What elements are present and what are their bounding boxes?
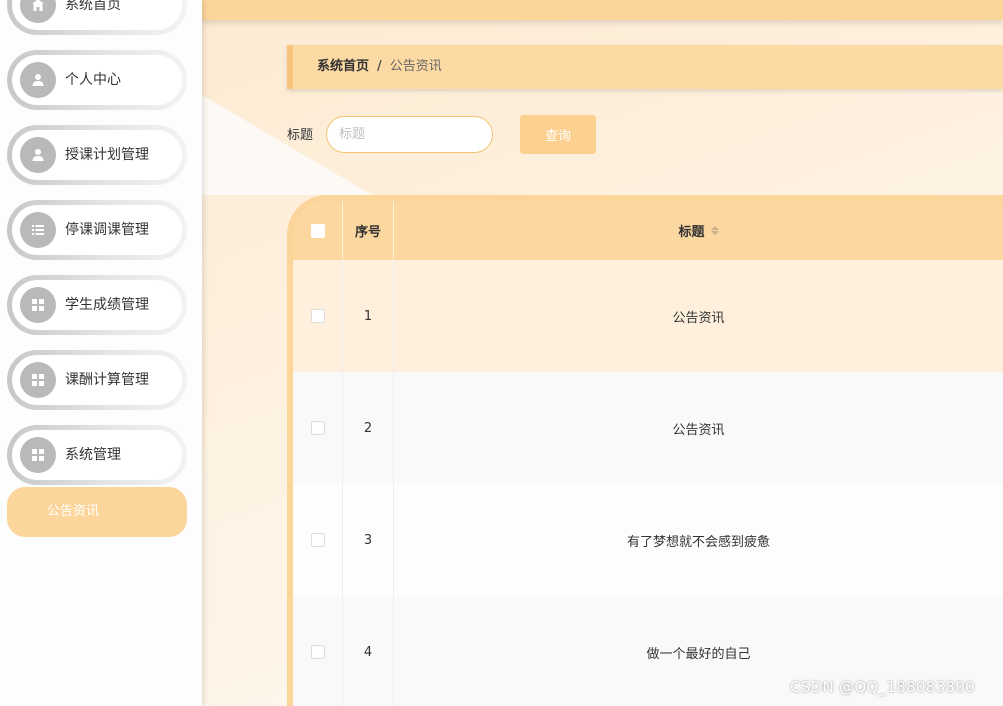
sidebar-item-label: 课酬计算管理 [65,372,149,388]
grid-icon [20,437,56,473]
row-index: 3 [343,484,394,596]
sidebar-subitem-label: 公告资讯 [47,504,100,519]
table-header: 序号 标题 [293,201,1003,260]
user-icon [20,62,56,98]
select-all-checkbox[interactable] [310,223,325,238]
column-header-title[interactable]: 标题 [394,201,1003,260]
search-button[interactable]: 查询 [520,115,596,154]
sidebar: 系统首页 个人中心 授课计划管理 停课调课管理 学生成绩管理 课酬计算管理 系统… [0,0,202,706]
user-icon [20,137,56,173]
sidebar-item-teaching-plan[interactable]: 授课计划管理 [7,125,187,185]
data-table: 序号 标题 1 公告资讯 2 公告资讯 3 有了梦想就不会感到疲惫 4 做一个最… [287,195,1003,706]
search-input[interactable] [326,116,493,153]
row-index: 1 [343,260,394,372]
grid-icon [20,362,56,398]
column-header-index: 序号 [343,201,394,260]
sidebar-item-course-adjust[interactable]: 停课调课管理 [7,200,187,260]
sidebar-item-salary[interactable]: 课酬计算管理 [7,350,187,410]
row-checkbox[interactable] [310,309,325,323]
row-index: 4 [343,596,394,706]
sidebar-item-label: 授课计划管理 [65,147,149,163]
search-label: 标题 [287,128,314,143]
breadcrumb-separator: / [377,59,382,74]
breadcrumb-home[interactable]: 系统首页 [317,59,369,74]
sidebar-item-home[interactable]: 系统首页 [7,0,187,35]
sidebar-subitem-announcements[interactable]: 公告资讯 [7,487,187,537]
list-icon [20,212,56,248]
row-title: 有了梦想就不会感到疲惫 [626,534,770,550]
top-bar [202,0,1003,20]
breadcrumb: 系统首页 / 公告资讯 [287,45,1003,89]
row-index: 2 [343,372,394,484]
table-row[interactable]: 2 公告资讯 [293,372,1003,484]
column-header-title-label: 标题 [678,225,705,240]
sidebar-item-label: 系统管理 [65,447,121,463]
sidebar-item-grades[interactable]: 学生成绩管理 [7,275,187,335]
sidebar-item-label: 学生成绩管理 [65,297,149,313]
row-title: 公告资讯 [672,310,725,326]
sidebar-item-personal-center[interactable]: 个人中心 [7,50,187,110]
sidebar-item-label: 个人中心 [65,72,121,88]
sort-icon[interactable] [710,226,719,235]
watermark: CSDN @QQ_188083800 [790,678,975,696]
row-title: 公告资讯 [672,422,725,438]
sidebar-item-label: 系统首页 [65,0,121,13]
table-row[interactable]: 3 有了梦想就不会感到疲惫 [293,484,1003,596]
row-checkbox[interactable] [310,645,325,659]
sidebar-item-label: 停课调课管理 [65,222,149,238]
grid-icon [20,287,56,323]
sidebar-item-system[interactable]: 系统管理 [7,425,187,485]
row-checkbox[interactable] [310,533,325,547]
row-checkbox[interactable] [310,421,325,435]
table-row[interactable]: 1 公告资讯 [293,260,1003,372]
breadcrumb-current: 公告资讯 [389,59,442,74]
